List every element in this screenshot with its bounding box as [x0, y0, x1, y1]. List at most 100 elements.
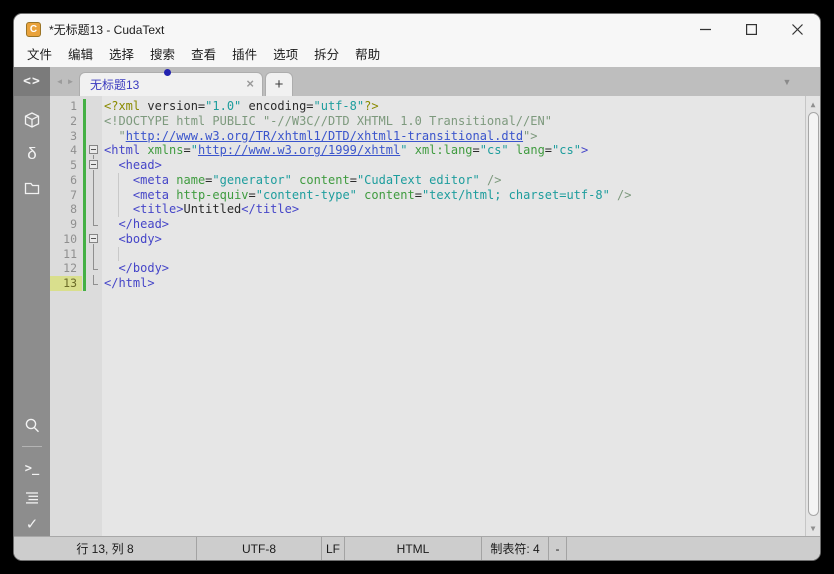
menubar: 文件 编辑 选择 搜索 查看 插件 选项 拆分 帮助 [14, 44, 820, 67]
code-line-13[interactable]: 13 </html> [50, 275, 805, 291]
editor-area[interactable]: 1 <?xml version="1.0" encoding="utf-8"?> 2… [50, 96, 820, 536]
code-line-4[interactable]: 4 <html xmlns="http://www.w3.org/1999/xht… [50, 143, 805, 159]
menu-item-4[interactable]: 查看 [183, 44, 224, 67]
scroll-down-arrow-icon[interactable]: ▼ [806, 521, 820, 535]
menu-item-5[interactable]: 插件 [224, 44, 265, 67]
sidebar-console-button[interactable]: >_ [14, 455, 50, 481]
code-line-5[interactable]: 5 <head> [50, 158, 805, 174]
window-controls [682, 14, 820, 44]
menu-item-3[interactable]: 搜索 [142, 44, 183, 67]
sidebar-search-button[interactable] [14, 413, 50, 439]
code-text: </head> [118, 217, 170, 231]
menu-item-0[interactable]: 文件 [19, 44, 60, 67]
menu-item-7[interactable]: 拆分 [306, 44, 347, 67]
tab-untitled13[interactable]: 无标题13 × [80, 69, 262, 96]
code-line-6[interactable]: 6 <meta name="generator" content="CudaTe… [50, 171, 805, 189]
fold-column [88, 216, 102, 232]
window-title: *无标题13 - CudaText [49, 22, 165, 37]
line-number: 5 [70, 158, 77, 172]
statusbar: 行 13, 列 8 UTF-8 LF HTML 制表符: 4- [14, 536, 820, 560]
status-line-endings[interactable]: LF [322, 537, 345, 560]
fold-toggle[interactable] [88, 158, 102, 174]
search-icon [25, 418, 39, 433]
desktop-background: C *无标题13 - CudaText 文件 编辑 选择 搜索 查看 插件 选项 拆分 帮助 <… [0, 0, 834, 574]
fold-toggle[interactable] [88, 232, 102, 248]
sidebar-validate-button[interactable]: ✓ [14, 511, 50, 537]
menu-item-2[interactable]: 选择 [101, 44, 142, 67]
fold-column [88, 99, 102, 114]
menu-item-8[interactable]: 帮助 [347, 44, 388, 67]
fold-column [88, 201, 102, 218]
fold-column [88, 275, 102, 291]
app-logo-letter: C [29, 23, 38, 35]
status-tab-size[interactable]: 制表符: 4 [482, 537, 549, 560]
tab-scroll-right-icon: ► [66, 77, 75, 86]
code-text: </html> [104, 276, 155, 290]
code-text: <?xml version="1.0" encoding="utf-8"?> [104, 99, 379, 113]
code-line-9[interactable]: 9 </head> [50, 216, 805, 232]
fold-column [88, 114, 102, 129]
status-lexer[interactable]: HTML [345, 537, 482, 560]
status-caret-position[interactable]: 行 13, 列 8 [14, 537, 197, 560]
maximize-button[interactable] [728, 14, 774, 44]
code-text: "http://www.w3.org/TR/xhtml1/DTD/xhtml1-… [104, 128, 538, 143]
new-tab-button[interactable]: + [266, 73, 292, 96]
close-button[interactable] [774, 14, 820, 44]
code-text: <body> [118, 231, 162, 246]
tab-list-dropdown[interactable]: ▼ [778, 67, 796, 96]
fold-column [88, 171, 102, 189]
code-text: <html xmlns="http://www.w3.org/1999/xhtm… [104, 143, 589, 158]
fold-column [88, 260, 102, 276]
sidebar-output-button[interactable] [14, 485, 50, 511]
line-number: 12 [63, 261, 77, 276]
code-text: <title>Untitled</title> [102, 202, 299, 217]
line-number: 3 [70, 128, 77, 143]
status-selection[interactable]: - [549, 537, 567, 560]
line-number: 8 [70, 202, 77, 217]
code-line-7[interactable]: 7 <meta http-equiv="content-type" conten… [50, 186, 805, 203]
menu-item-1[interactable]: 编辑 [60, 44, 101, 67]
status-encoding[interactable]: UTF-8 [197, 537, 322, 560]
fold-column [88, 245, 102, 262]
tabbar: ◄ ► 无标题13 × + ▼ [50, 67, 820, 96]
menu-item-6[interactable]: 选项 [265, 44, 306, 67]
code-line-11[interactable]: 11 [50, 245, 805, 262]
minimize-icon [699, 28, 711, 30]
sidebar-project-button[interactable] [14, 175, 50, 201]
sidebar-code-tree-button[interactable]: <> [14, 67, 50, 96]
list-icon [26, 492, 38, 504]
check-icon: ✓ [25, 516, 39, 533]
tab-close-button[interactable]: × [246, 76, 254, 92]
code-line-10[interactable]: 10 <body> [50, 231, 805, 248]
code-lines: 1 <?xml version="1.0" encoding="utf-8"?> 2… [50, 99, 805, 291]
fold-column [88, 186, 102, 203]
code-text: <head> [118, 158, 162, 172]
code-line-8[interactable]: 8 <title>Untitled</title> [50, 201, 805, 218]
sidebar-snippets-button[interactable] [14, 107, 50, 133]
code-line-12[interactable]: 12 </body> [50, 260, 805, 276]
code-line-1[interactable]: 1 <?xml version="1.0" encoding="utf-8"?> [50, 99, 805, 114]
line-number: 11 [63, 246, 77, 261]
code-icon: <> [23, 74, 41, 89]
tab-scroll-arrows[interactable]: ◄ ► [50, 67, 80, 96]
titlebar: C *无标题13 - CudaText [14, 14, 820, 44]
sidebar-symbols-button[interactable]: δ [14, 141, 50, 167]
vertical-scrollbar[interactable]: ▲ ▼ [805, 96, 820, 536]
main-area: <> δ >_ ✓ ◄ ► 无标题13 × + ▼ 1 <?xml versio… [14, 67, 820, 536]
code-line-3[interactable]: 3 "http://www.w3.org/TR/xhtml1/DTD/xhtml… [50, 128, 805, 144]
line-number: 9 [70, 217, 77, 231]
code-text: <meta http-equiv="content-type" content=… [102, 187, 631, 203]
maximize-icon [745, 23, 757, 35]
line-number: 6 [70, 172, 77, 187]
scrollbar-thumb[interactable] [807, 112, 819, 516]
console-icon: >_ [24, 461, 40, 475]
folder-icon [24, 182, 40, 195]
code-line-2[interactable]: 2 <!DOCTYPE html PUBLIC "-//W3C//DTD XHTM… [50, 113, 805, 129]
package-icon [24, 112, 40, 128]
line-number: 4 [70, 143, 77, 158]
line-number: 10 [63, 231, 77, 246]
code-text [102, 246, 120, 262]
scroll-up-arrow-icon[interactable]: ▲ [806, 97, 820, 111]
fold-toggle[interactable] [88, 143, 102, 159]
minimize-button[interactable] [682, 14, 728, 44]
